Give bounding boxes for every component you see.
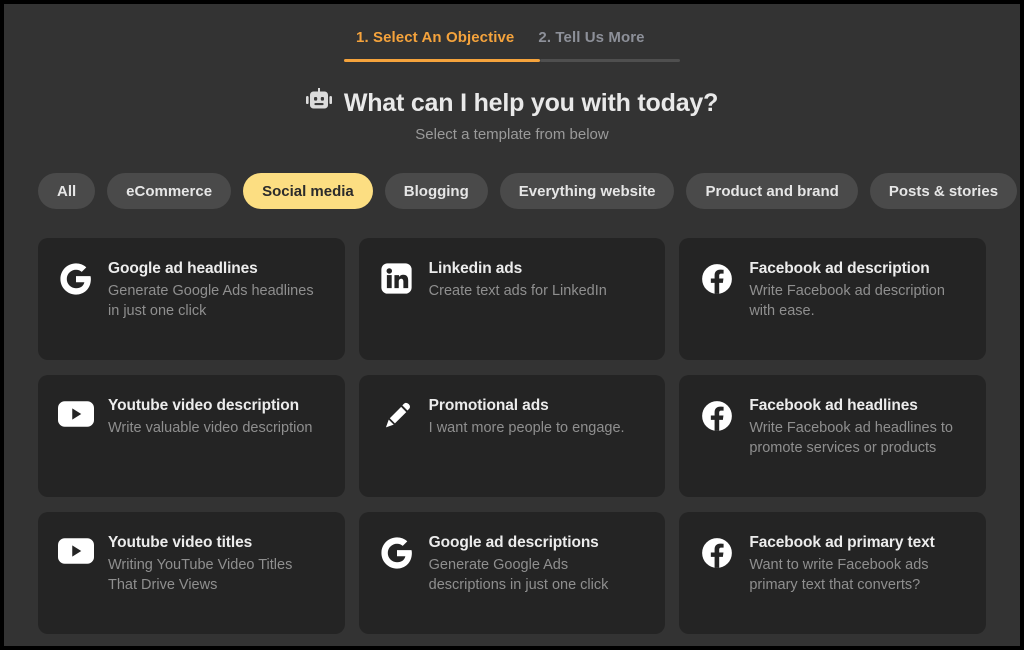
template-title: Facebook ad primary text [749,534,935,551]
page-subtitle: Select a template from below [415,126,609,143]
chip-ecommerce[interactable]: eCommerce [107,173,232,209]
page-title-row: What can I help you with today? [305,88,719,119]
facebook-icon [699,534,735,572]
template-description: Write Facebook ad headlines to promote s… [749,420,953,456]
youtube-icon [58,397,94,435]
template-title: Facebook ad description [749,260,930,277]
facebook-icon [699,397,735,435]
chip-posts-and-stories[interactable]: Posts & stories [869,173,1018,209]
robot-icon [305,88,332,119]
chip-everything-website[interactable]: Everything website [499,173,675,209]
template-description: I want more people to engage. [428,420,625,436]
linkedin-icon [379,260,415,298]
app-page: 1. Select An Objective 2. Tell Us More W… [4,4,1020,646]
wizard-progress-segment-2 [540,59,680,62]
chip-product-and-brand[interactable]: Product and brand [686,173,858,209]
chip-all[interactable]: All [38,173,96,209]
template-title: Facebook ad headlines [749,397,918,414]
template-card[interactable]: Youtube video description Write valuable… [38,375,345,497]
chip-social-media[interactable]: Social media [243,173,373,209]
pencil-icon [379,397,415,435]
template-title: Youtube video description [108,397,299,414]
template-description: Generate Google Ads headlines in just on… [108,283,314,319]
page-title: What can I help you with today? [343,89,719,117]
template-title: Linkedin ads [428,260,523,277]
wizard-progress-segment-1 [344,59,540,62]
wizard-step-1[interactable]: 1. Select An Objective [344,29,526,46]
template-description: Write valuable video description [108,420,313,436]
category-filter-list: All eCommerce Social media Blogging Ever… [4,173,1020,209]
google-icon [58,260,94,298]
template-card[interactable]: Promotional ads I want more people to en… [358,375,666,497]
template-card-grid: Google ad headlines Generate Google Ads … [4,238,1020,634]
template-card[interactable]: Linkedin ads Create text ads for LinkedI… [358,238,666,360]
page-header: What can I help you with today? Select a… [4,88,1020,143]
google-icon [379,534,415,572]
template-description: Writing YouTube Video Titles That Drive … [108,557,293,593]
template-card[interactable]: Google ad headlines Generate Google Ads … [38,238,345,360]
template-description: Want to write Facebook ads primary text … [749,557,929,593]
template-card[interactable]: Facebook ad headlines Write Facebook ad … [679,375,986,497]
wizard-progress-bar [344,59,680,62]
template-card[interactable]: Facebook ad description Write Facebook a… [679,238,986,360]
template-card[interactable]: Facebook ad primary text Want to write F… [679,512,986,634]
template-description: Create text ads for LinkedIn [428,283,607,299]
template-title: Google ad headlines [108,260,258,277]
facebook-icon [699,260,735,298]
template-description: Write Facebook ad description with ease. [749,283,945,319]
wizard-steps: 1. Select An Objective 2. Tell Us More [4,4,1020,62]
chip-blogging[interactable]: Blogging [384,173,488,209]
template-title: Youtube video titles [108,534,253,551]
template-title: Promotional ads [428,397,549,414]
template-description: Generate Google Ads descriptions in just… [428,557,609,593]
template-card[interactable]: Google ad descriptions Generate Google A… [358,512,666,634]
youtube-icon [58,534,94,572]
template-card[interactable]: Youtube video titles Writing YouTube Vid… [38,512,345,634]
wizard-step-2[interactable]: 2. Tell Us More [526,29,656,46]
template-title: Google ad descriptions [428,534,599,551]
